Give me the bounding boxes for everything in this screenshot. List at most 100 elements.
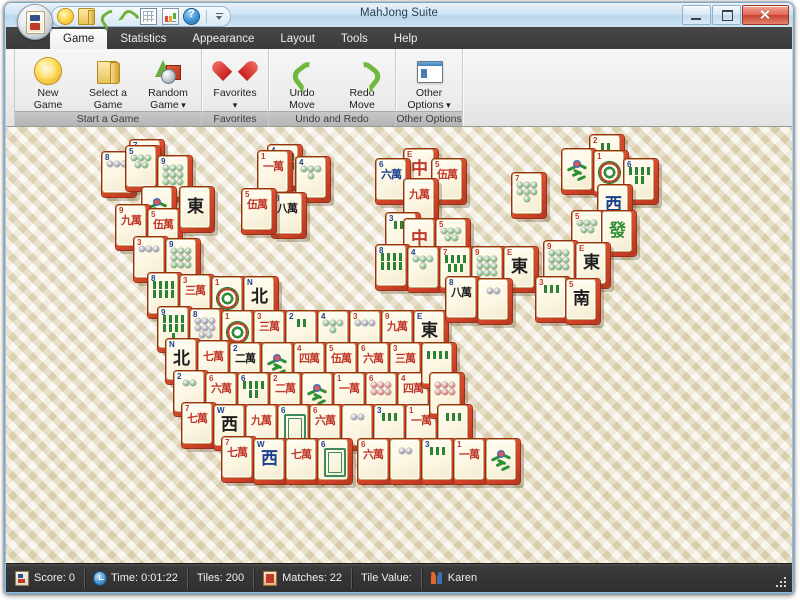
tab-tools[interactable]: Tools xyxy=(328,29,381,49)
layout-grid-icon[interactable] xyxy=(140,8,157,25)
tile-symbol: 三萬 xyxy=(395,352,416,365)
tile-pips xyxy=(175,380,203,386)
ribbon-button-label-line2: Game xyxy=(150,98,179,111)
ribbon-group-other-options: Other Options ▾ Other Options xyxy=(396,49,463,126)
tile-corner-label: W xyxy=(217,406,225,415)
tile-bamboo xyxy=(375,413,403,421)
chevron-down-icon[interactable]: ▾ xyxy=(233,100,238,110)
mahjong-tile[interactable] xyxy=(478,279,516,328)
player-icon xyxy=(430,571,443,585)
undo-icon[interactable] xyxy=(100,9,115,24)
tile-face: W西 xyxy=(254,439,284,480)
mahjong-tile[interactable]: 6 六萬 xyxy=(358,439,396,488)
matches-icon xyxy=(263,570,278,586)
select-a-game-button[interactable]: Select a Game xyxy=(78,53,138,111)
mahjong-tile[interactable]: 4 xyxy=(408,247,446,296)
undo-move-button[interactable]: Undo Move xyxy=(272,53,332,111)
help-icon[interactable] xyxy=(184,8,199,24)
tile-bamboo xyxy=(439,413,467,421)
tile-symbol: 八萬 xyxy=(451,286,472,299)
tile-symbol: 六萬 xyxy=(315,414,336,427)
mahjong-tile[interactable]: 3 xyxy=(536,277,574,326)
tile-symbol: 六萬 xyxy=(363,448,384,461)
folder-icon xyxy=(93,56,123,86)
tile-corner-label: N xyxy=(169,340,175,349)
tile-symbol: 七萬 xyxy=(227,446,248,459)
tile-bamboo xyxy=(537,285,565,293)
tile-face: 3 xyxy=(422,439,452,480)
mahjong-tile[interactable] xyxy=(486,439,524,488)
ribbon-button-label: New Game xyxy=(34,87,63,111)
mahjong-tile[interactable]: 8 xyxy=(376,245,414,294)
tile-bamboo xyxy=(159,315,187,341)
mahjong-tile[interactable] xyxy=(562,149,600,198)
ribbon-button-label: Favorites ▾ xyxy=(213,87,256,111)
tile-symbol: 三萬 xyxy=(259,320,280,333)
resize-grip[interactable] xyxy=(775,575,789,589)
tab-appearance[interactable]: Appearance xyxy=(179,29,267,49)
tab-label: Appearance xyxy=(192,33,255,45)
minimize-button[interactable] xyxy=(682,5,711,25)
mahjong-tile[interactable]: 1 一萬 xyxy=(454,439,492,488)
tab-layout[interactable]: Layout xyxy=(267,29,328,49)
mahjong-tile[interactable]: W西 xyxy=(254,439,292,488)
shapes-icon xyxy=(153,56,183,86)
select-game-folder-icon[interactable] xyxy=(78,8,95,25)
tab-help[interactable]: Help xyxy=(381,29,431,49)
chevron-down-icon[interactable]: ▾ xyxy=(444,100,451,110)
tile-symbol: 九萬 xyxy=(121,214,142,227)
tile-symbol: 東 xyxy=(583,253,600,273)
other-options-button[interactable]: Other Options ▾ xyxy=(399,53,459,111)
mahjong-tile[interactable]: 5 xyxy=(126,146,164,195)
tile-pips xyxy=(367,382,395,395)
mahjong-tile[interactable]: 7 七萬 xyxy=(182,403,220,452)
tile-corner-label: 5 xyxy=(569,280,574,289)
window-controls xyxy=(682,5,789,25)
tile-pips xyxy=(391,448,419,454)
tile-corner-label: 1 xyxy=(225,312,230,321)
tile-face: 6 六萬 xyxy=(376,159,406,200)
mahjong-tile[interactable]: 5 伍萬 xyxy=(242,189,280,238)
application-window: MahJong Suite GameStatisticsAppearanceLa… xyxy=(4,2,794,594)
mahjong-tile[interactable]: 七萬 xyxy=(286,439,324,488)
random-game-button[interactable]: Random Game ▾ xyxy=(138,53,198,111)
tab-game[interactable]: Game xyxy=(50,29,108,49)
ribbon-button-label-line1: New xyxy=(37,87,59,99)
tile-bamboo xyxy=(149,281,177,298)
new-game-button[interactable]: New Game xyxy=(18,53,78,111)
mahjong-tile[interactable]: 6 xyxy=(318,439,356,488)
application-menu-orb[interactable] xyxy=(17,4,53,40)
tile-corner-label: W xyxy=(257,440,265,449)
redo-move-button[interactable]: Redo Move xyxy=(332,53,392,111)
game-board[interactable]: 87599九萬5伍萬東3983三萬1N北9813三萬2439九萬E東N北七萬2二… xyxy=(6,127,792,563)
statistics-chart-icon[interactable] xyxy=(162,8,179,25)
new-game-icon[interactable] xyxy=(58,9,73,24)
mahjong-tile[interactable]: 7 xyxy=(512,173,550,222)
mahjong-tile[interactable]: 7 七萬 xyxy=(222,437,260,486)
ribbon-button-label-line1: Random xyxy=(148,87,188,99)
tile-symbol: 南 xyxy=(573,289,590,309)
close-button[interactable] xyxy=(742,5,789,25)
mahjong-tile[interactable]: 5南 xyxy=(566,279,604,328)
mahjong-tile[interactable]: 8 八萬 xyxy=(446,277,484,326)
customize-toolbar-chevron-down-icon[interactable] xyxy=(214,10,225,23)
tile-symbol: 東 xyxy=(187,197,204,217)
tab-statistics[interactable]: Statistics xyxy=(107,29,179,49)
ribbon-button-label-line1: Select a xyxy=(89,87,127,99)
maximize-button[interactable] xyxy=(712,5,741,25)
ribbon-group-title: Favorites xyxy=(202,111,268,126)
ribbon-group-undo-and-redo: Undo Move Redo Move Undo and Redo xyxy=(269,49,396,126)
tile-face: 8 xyxy=(376,245,406,286)
mahjong-tile[interactable]: 東 xyxy=(180,187,218,236)
tile-symbol: 六萬 xyxy=(381,168,402,181)
tile-pips xyxy=(351,320,379,326)
mahjong-tile[interactable]: 3 xyxy=(422,439,460,488)
chevron-down-icon[interactable]: ▾ xyxy=(179,100,186,110)
undo-arrow-icon xyxy=(287,56,317,86)
redo-icon[interactable] xyxy=(120,9,135,24)
tile-face: 8 八萬 xyxy=(446,277,476,318)
mahjong-tile[interactable] xyxy=(390,439,428,488)
tile-symbol: 四萬 xyxy=(299,352,320,365)
favorites-button[interactable]: Favorites ▾ xyxy=(205,53,265,111)
status-tiles: Tiles: 200 xyxy=(188,567,255,589)
